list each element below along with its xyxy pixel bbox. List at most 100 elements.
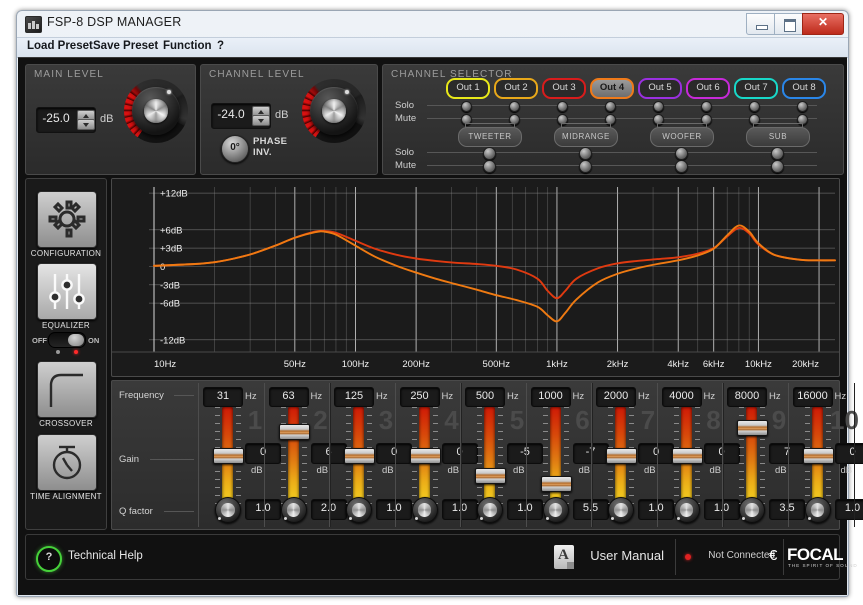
gain-slider-handle-8[interactable] <box>672 448 703 464</box>
solo-led-out-2[interactable] <box>509 101 520 112</box>
frequency-box-4[interactable]: 250 <box>400 387 440 407</box>
gain-slider-handle-7[interactable] <box>606 448 637 464</box>
gain-slider-handle-6[interactable] <box>541 476 572 492</box>
minimize-button[interactable] <box>746 13 776 35</box>
close-button[interactable]: ✕ <box>802 13 844 35</box>
frequency-box-1[interactable]: 31 <box>203 387 243 407</box>
menu-item-load-preset[interactable]: Load Preset <box>27 40 93 52</box>
gain-slider-track-5[interactable] <box>484 407 495 503</box>
output-button-4[interactable]: Out 4 <box>590 78 634 99</box>
eq-response-graph[interactable]: +12dB+6dB+3dB0-3dB-6dB-12dB10Hz50Hz100Hz… <box>111 178 840 377</box>
output-button-3[interactable]: Out 3 <box>542 78 586 99</box>
sidebar-item-equalizer[interactable] <box>37 263 97 320</box>
q-value-10: 1.0 <box>836 502 863 514</box>
output-button-5[interactable]: Out 5 <box>638 78 682 99</box>
q-knob-5[interactable] <box>477 497 503 523</box>
pdf-icon[interactable]: A <box>554 545 574 569</box>
user-manual-link[interactable]: User Manual <box>590 548 664 563</box>
q-knob-8[interactable] <box>674 497 700 523</box>
solo-led-group-midrange[interactable] <box>579 147 592 160</box>
solo-led-out-3[interactable] <box>557 101 568 112</box>
main-level-decrement[interactable] <box>77 119 95 130</box>
output-button-2[interactable]: Out 2 <box>494 78 538 99</box>
q-knob-indicator-4 <box>415 517 418 520</box>
gain-slider-handle-9[interactable] <box>737 420 768 436</box>
q-knob-10[interactable] <box>805 497 831 523</box>
q-knob-2[interactable] <box>281 497 307 523</box>
gain-slider-handle-10[interactable] <box>803 448 834 464</box>
q-knob-cap-9 <box>745 503 758 516</box>
output-button-8[interactable]: Out 8 <box>782 78 826 99</box>
solo-led-out-1[interactable] <box>461 101 472 112</box>
gain-slider-handle-4[interactable] <box>410 448 441 464</box>
gain-slider-handle-1[interactable] <box>213 448 244 464</box>
output-button-6[interactable]: Out 6 <box>686 78 730 99</box>
solo-led-group-woofer[interactable] <box>675 147 688 160</box>
gain-slider-handle-2[interactable] <box>279 424 310 440</box>
q-knob-1[interactable] <box>215 497 241 523</box>
menu-item-help[interactable]: ? <box>217 40 224 52</box>
q-knob-9[interactable] <box>739 497 765 523</box>
frequency-unit-4: Hz <box>442 391 454 402</box>
q-knob-7[interactable] <box>608 497 634 523</box>
channel-level-decrement[interactable] <box>252 115 270 126</box>
application-body: MAIN LEVEL -25.0 dB CHANNEL LEVEL -24.0 <box>18 57 847 595</box>
phase-invert-button[interactable]: 0° <box>221 135 249 163</box>
output-button-7[interactable]: Out 7 <box>734 78 778 99</box>
gain-slider-handle-5[interactable] <box>475 468 506 484</box>
svg-text:10Hz: 10Hz <box>154 359 176 370</box>
group-button-sub[interactable]: SUB <box>746 127 810 147</box>
frequency-box-8[interactable]: 4000 <box>662 387 702 407</box>
solo-led-group-tweeter[interactable] <box>483 147 496 160</box>
eq-band-1: 31Hz10dB1.0 <box>198 383 264 527</box>
help-icon[interactable]: ? <box>36 546 62 572</box>
gain-slider-handle-3[interactable] <box>344 448 375 464</box>
solo-led-out-6[interactable] <box>701 101 712 112</box>
solo-led-out-4[interactable] <box>605 101 616 112</box>
q-knob-4[interactable] <box>412 497 438 523</box>
equalizer-toggle[interactable] <box>48 332 86 348</box>
group-button-midrange[interactable]: MIDRANGE <box>554 127 618 147</box>
gain-box-10[interactable]: 0 <box>835 443 863 464</box>
solo-led-out-7[interactable] <box>749 101 760 112</box>
group-button-tweeter[interactable]: TWEETER <box>458 127 522 147</box>
solo-led-out-8[interactable] <box>797 101 808 112</box>
frequency-value-1: 31 <box>204 390 242 402</box>
mute-led-group-woofer[interactable] <box>675 160 688 173</box>
solo-led-group-sub[interactable] <box>771 147 784 160</box>
frequency-box-2[interactable]: 63 <box>269 387 309 407</box>
sidebar-item-configuration[interactable] <box>37 191 97 248</box>
frequency-box-10[interactable]: 16000 <box>793 387 833 407</box>
mute-led-group-tweeter[interactable] <box>483 160 496 173</box>
menu-item-save-preset[interactable]: Save Preset <box>93 40 158 52</box>
frequency-box-5[interactable]: 500 <box>465 387 505 407</box>
main-level-knob[interactable] <box>124 79 188 143</box>
sidebar-item-crossover[interactable] <box>37 361 97 418</box>
output-button-7-label: Out 7 <box>736 82 776 93</box>
frequency-box-6[interactable]: 1000 <box>531 387 571 407</box>
technical-help-link[interactable]: Technical Help <box>68 550 143 562</box>
frequency-box-3[interactable]: 125 <box>334 387 374 407</box>
menu-item-function[interactable]: Function <box>163 40 212 52</box>
channel-level-knob[interactable] <box>302 79 366 143</box>
frequency-box-9[interactable]: 8000 <box>727 387 767 407</box>
main-level-spinbox[interactable]: -25.0 <box>36 107 96 133</box>
q-knob-6[interactable] <box>543 497 569 523</box>
output-button-8-label: Out 8 <box>784 82 824 93</box>
q-knob-indicator-7 <box>611 517 614 520</box>
q-knob-cap-7 <box>614 503 627 516</box>
q-box-10[interactable]: 1.0 <box>835 499 863 520</box>
mute-led-group-sub[interactable] <box>771 160 784 173</box>
gain-slider-track-2[interactable] <box>288 407 299 503</box>
mute-led-group-midrange[interactable] <box>579 160 592 173</box>
channel-level-spinbox[interactable]: -24.0 <box>211 103 271 129</box>
group-button-woofer[interactable]: WOOFER <box>650 127 714 147</box>
maximize-button[interactable] <box>774 13 804 35</box>
sidebar-item-time-alignment[interactable] <box>37 434 97 491</box>
output-button-1[interactable]: Out 1 <box>446 78 490 99</box>
frequency-box-7[interactable]: 2000 <box>596 387 636 407</box>
solo-led-out-5[interactable] <box>653 101 664 112</box>
eq-band-7: 2000Hz70dB1.0 <box>591 383 657 527</box>
q-knob-3[interactable] <box>346 497 372 523</box>
gain-unit-7: dB <box>644 465 656 476</box>
